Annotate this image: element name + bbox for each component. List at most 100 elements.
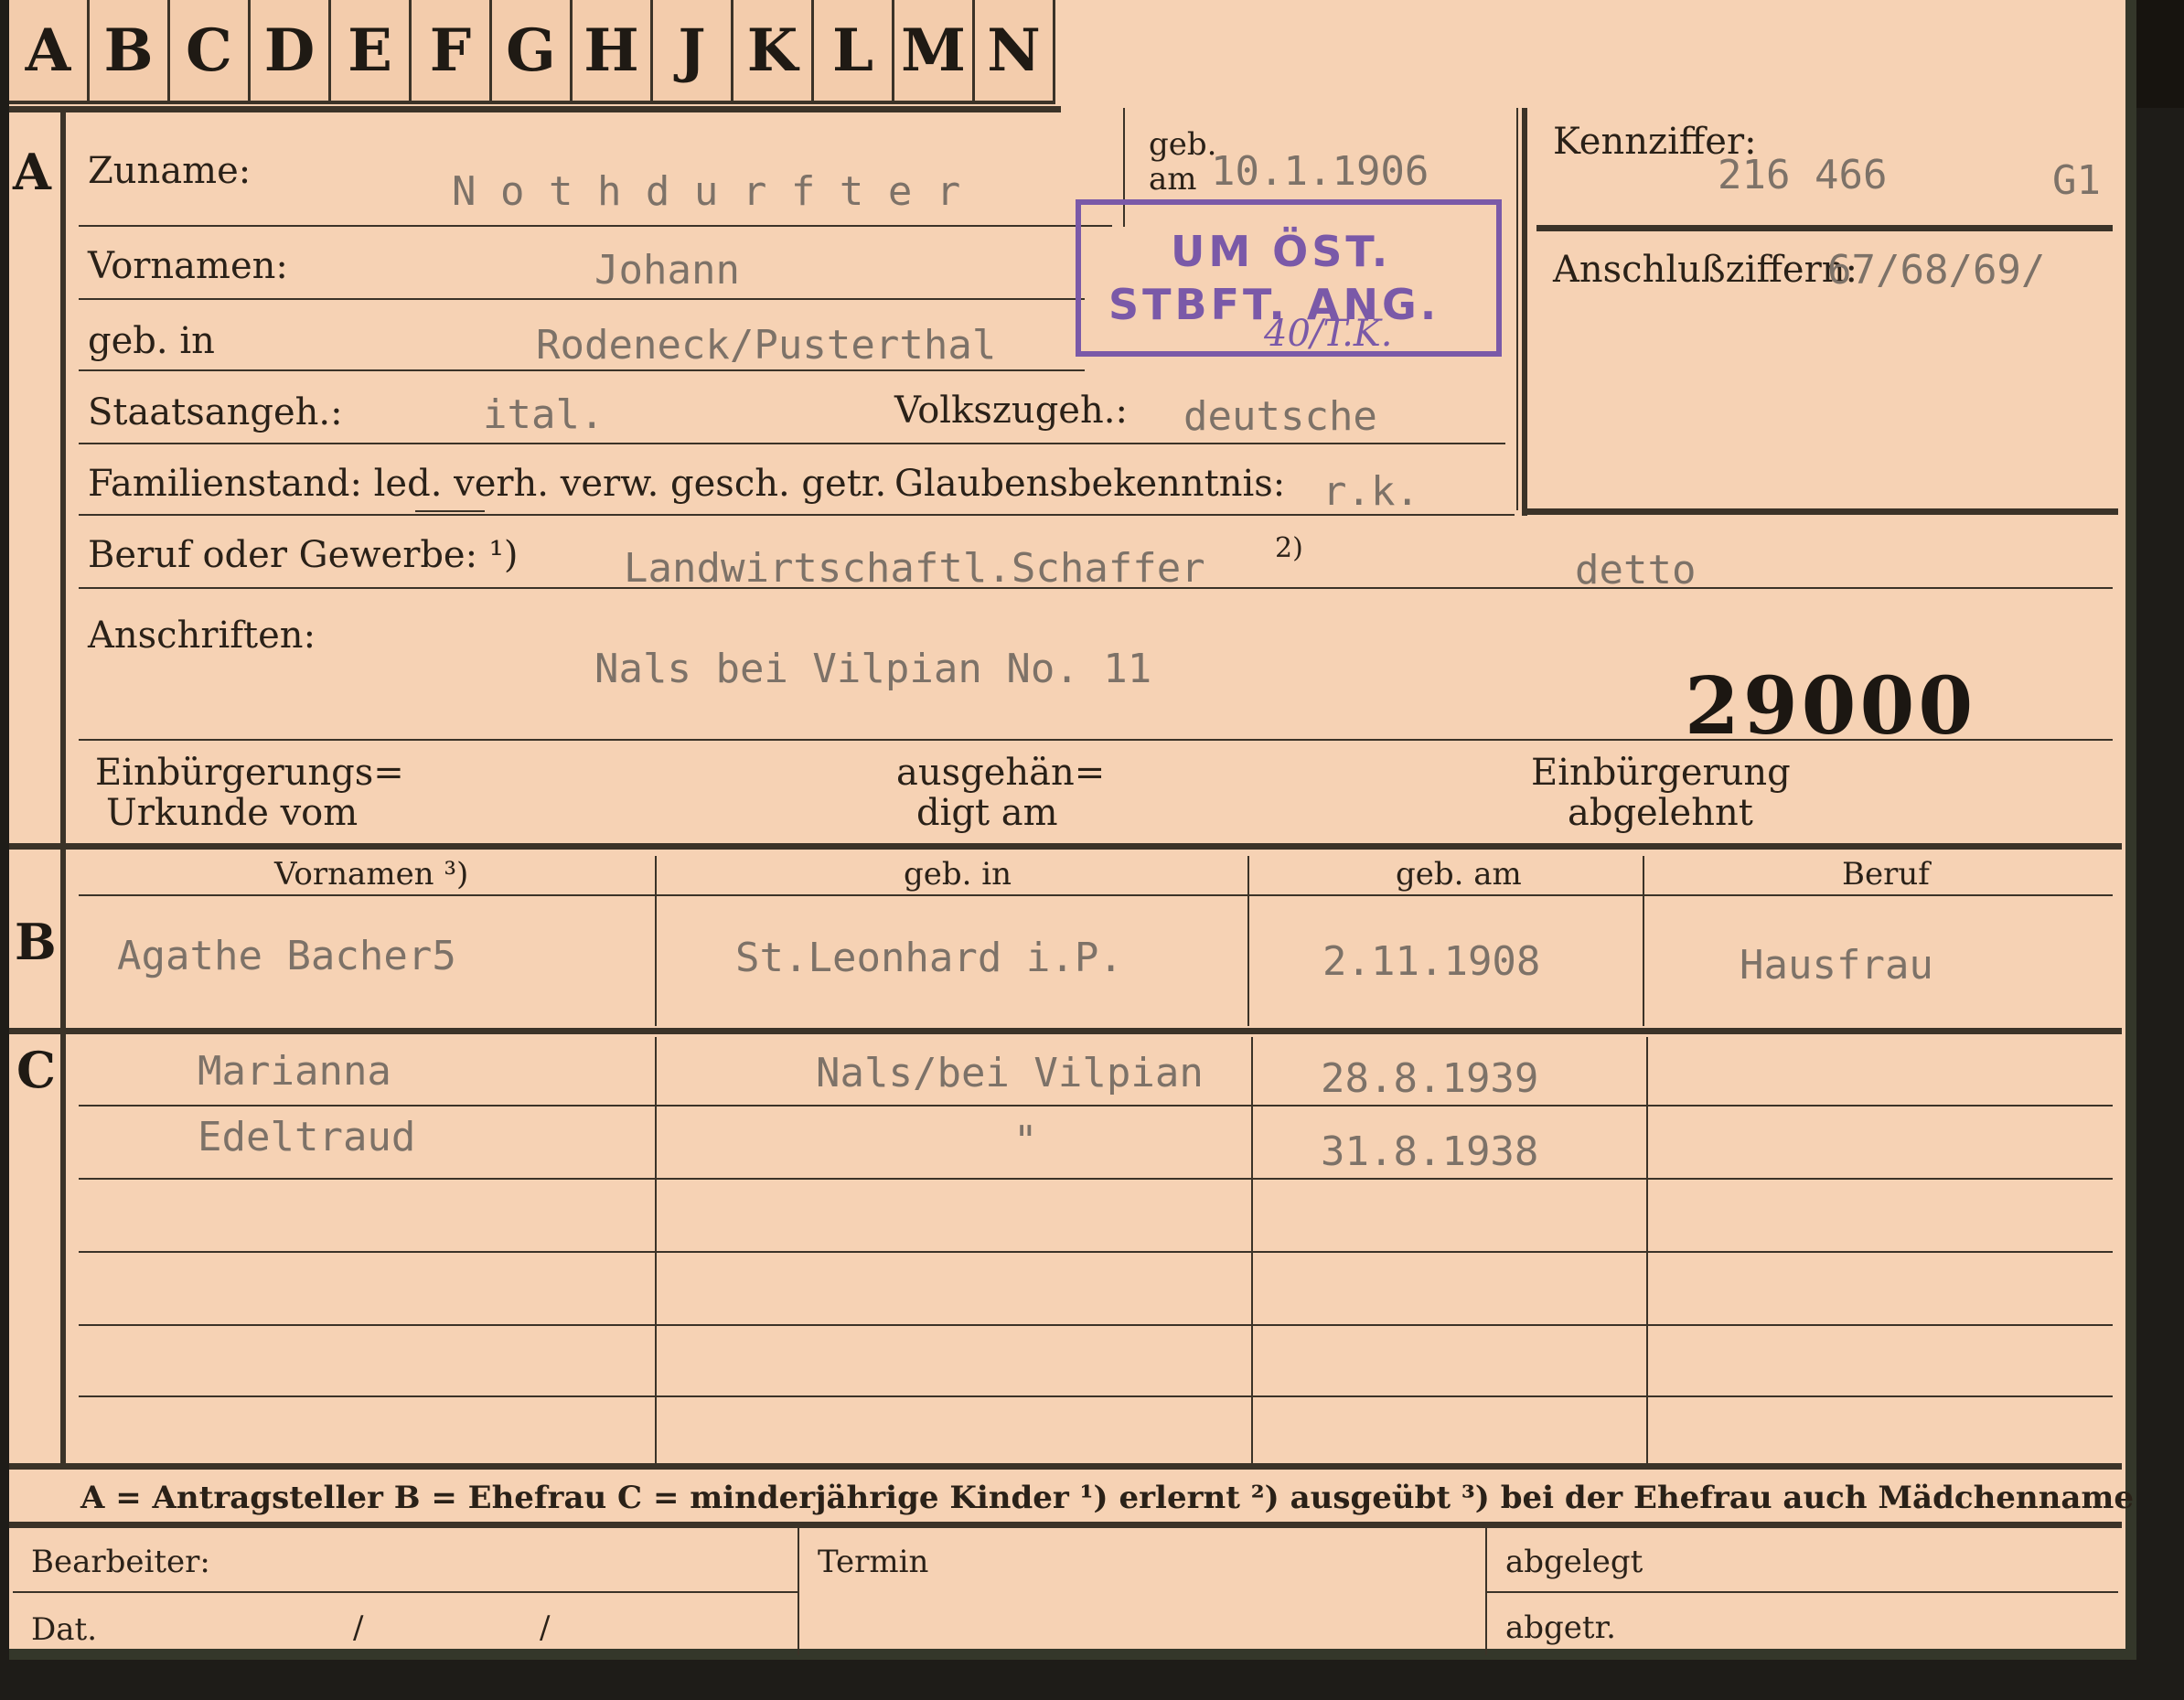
familienstand-verh-underline [415,510,485,512]
tab-e[interactable]: E [331,0,412,104]
beruf-ausgeuebt-value: detto [1575,547,1697,593]
stamp: UM ÖST. STBFT. ANG. 40/T.K. [1076,199,1502,357]
dat-label: Dat. [31,1611,98,1648]
wife-birthdate: 2.11.1908 [1322,938,1541,985]
kennziffer-box-left [1522,108,1527,516]
registration-number: 29000 [1685,660,1977,753]
glaubens-label: Glaubensbekenntnis: [894,463,1286,505]
anschriften-label: Anschriften: [88,615,316,657]
section-b-marker: B [15,913,57,971]
glaube-value: r.k. [1322,468,1419,515]
stamp-line-1: UM ÖST. [1171,227,1392,276]
einb-abgelehnt-label-1: Einbürgerung [1531,752,1791,794]
child-col-divider-2 [1251,1037,1253,1463]
dat-slash-1: / [353,1609,364,1646]
wife-col-divider-2 [1247,856,1249,1026]
wife-birthplace: St.Leonhard i.P. [735,935,1123,981]
kennziffer-rule [1536,225,2113,231]
child-2-name: Edeltraud [198,1114,416,1160]
beruf-footnote: 2) [1275,532,1303,564]
child-col-divider-1 [655,1037,657,1463]
termin-label: Termin [818,1544,929,1580]
tab-k[interactable]: K [733,0,814,104]
einb-urkunde-label-2: Urkunde vom [106,792,359,834]
geb-am-label-top: geb. [1149,126,1217,163]
zuname-value: N o t h d u r f t e r [452,168,961,215]
wife-header-beruf: Beruf [1842,856,1930,893]
bearbeiter-label: Bearbeiter: [31,1544,210,1580]
wife-name: Agathe Bacher5 [117,933,456,979]
wife-col-divider-3 [1643,856,1644,1026]
bearbeiter-rule [13,1591,798,1593]
geb-in-label: geb. in [88,320,215,362]
einb-urkunde-label-1: Einbürgerungs= [95,752,404,794]
stamp-handwritten: 40/T.K. [1264,313,1393,355]
abgetr-label: abgetr. [1505,1609,1616,1646]
kennziffer-value: 216 466 [1718,152,1888,198]
tab-c[interactable]: C [170,0,251,104]
legend: A = Antragsteller B = Ehefrau C = minder… [80,1480,2134,1516]
section-ab-border [9,843,2122,850]
section-a-marker: A [13,143,51,201]
staats-rule [79,443,1505,444]
tab-a[interactable]: A [9,0,90,104]
dat-slash-2: / [540,1609,551,1646]
tab-f[interactable]: F [412,0,492,104]
child-rule-5 [79,1395,2113,1397]
ausgehaen-label-2: digt am [916,792,1058,834]
alphabet-tabs: A B C D E F G H J K L M N [9,0,1055,108]
top-border [9,106,1061,112]
child-rule-2 [79,1178,2113,1180]
legend-top-border [9,1463,2122,1470]
tab-b[interactable]: B [90,0,170,104]
zuname-label: Zuname: [88,150,252,192]
child-2-birthdate: 31.8.1938 [1321,1128,1539,1175]
geb-am-label-bottom: am [1149,161,1197,198]
tab-h[interactable]: H [573,0,653,104]
section-a-left-rule [60,108,66,847]
tab-j[interactable]: J [653,0,733,104]
beruf-label: Beruf oder Gewerbe: ¹) [88,534,519,576]
familienstand-label: Familienstand: led. verh. verw. gesch. g… [88,463,887,505]
beruf-value: Landwirtschaftl.Schaffer [624,545,1205,592]
child-rule-3 [79,1251,2113,1253]
tab-m[interactable]: M [894,0,975,104]
anschrift-value: Nals bei Vilpian No. 11 [594,646,1152,692]
tab-g[interactable]: G [492,0,573,104]
section-c-marker: C [16,1041,56,1099]
volkszugeh-value: deutsche [1183,393,1377,440]
vornamen-rule [79,298,1085,300]
wife-header-rule [79,894,2113,896]
wife-col-divider-1 [655,856,657,1026]
child-1-birthdate: 28.8.1939 [1321,1055,1539,1102]
child-1-birthplace: Nals/bei Vilpian [816,1050,1204,1096]
abgelegt-label: abgelegt [1505,1544,1643,1580]
vornamen-value: Johann [594,247,740,294]
child-col-divider-3 [1646,1037,1648,1463]
legend-bottom-border [9,1522,2122,1528]
tab-n[interactable]: N [975,0,1055,104]
child-rule-4 [79,1324,2113,1326]
kennziffer-box-bottom [1522,508,2118,515]
geb-in-value: Rodeneck/Pusterthal [536,322,997,369]
anschlussziffern-label: Anschlußziffern: [1553,249,1857,291]
gebin-rule [79,369,1085,371]
tab-d[interactable]: D [251,0,331,104]
wife-header-gebam: geb. am [1396,856,1522,893]
kennziffer-divider [1516,108,1518,510]
wife-occupation: Hausfrau [1740,942,1933,989]
child-rule-1 [79,1105,2113,1107]
familien-rule [79,514,1515,516]
zuname-rule [79,225,1112,227]
section-c-left-rule [60,1033,66,1463]
wife-header-gebin: geb. in [904,856,1012,893]
child-1-name: Marianna [198,1048,391,1095]
staatsangeh-label: Staatsangeh.: [88,391,343,433]
kennziffer-suffix: G1 [2052,157,2101,204]
staatsangeh-value: ital. [483,391,605,438]
geb-am-value: 10.1.1906 [1211,148,1429,195]
abgelegt-rule [1487,1591,2118,1593]
tab-l[interactable]: L [814,0,894,104]
anschlussziffern-value: 67/68/69/ [1827,247,2046,294]
bottom-divider-1 [798,1527,799,1655]
